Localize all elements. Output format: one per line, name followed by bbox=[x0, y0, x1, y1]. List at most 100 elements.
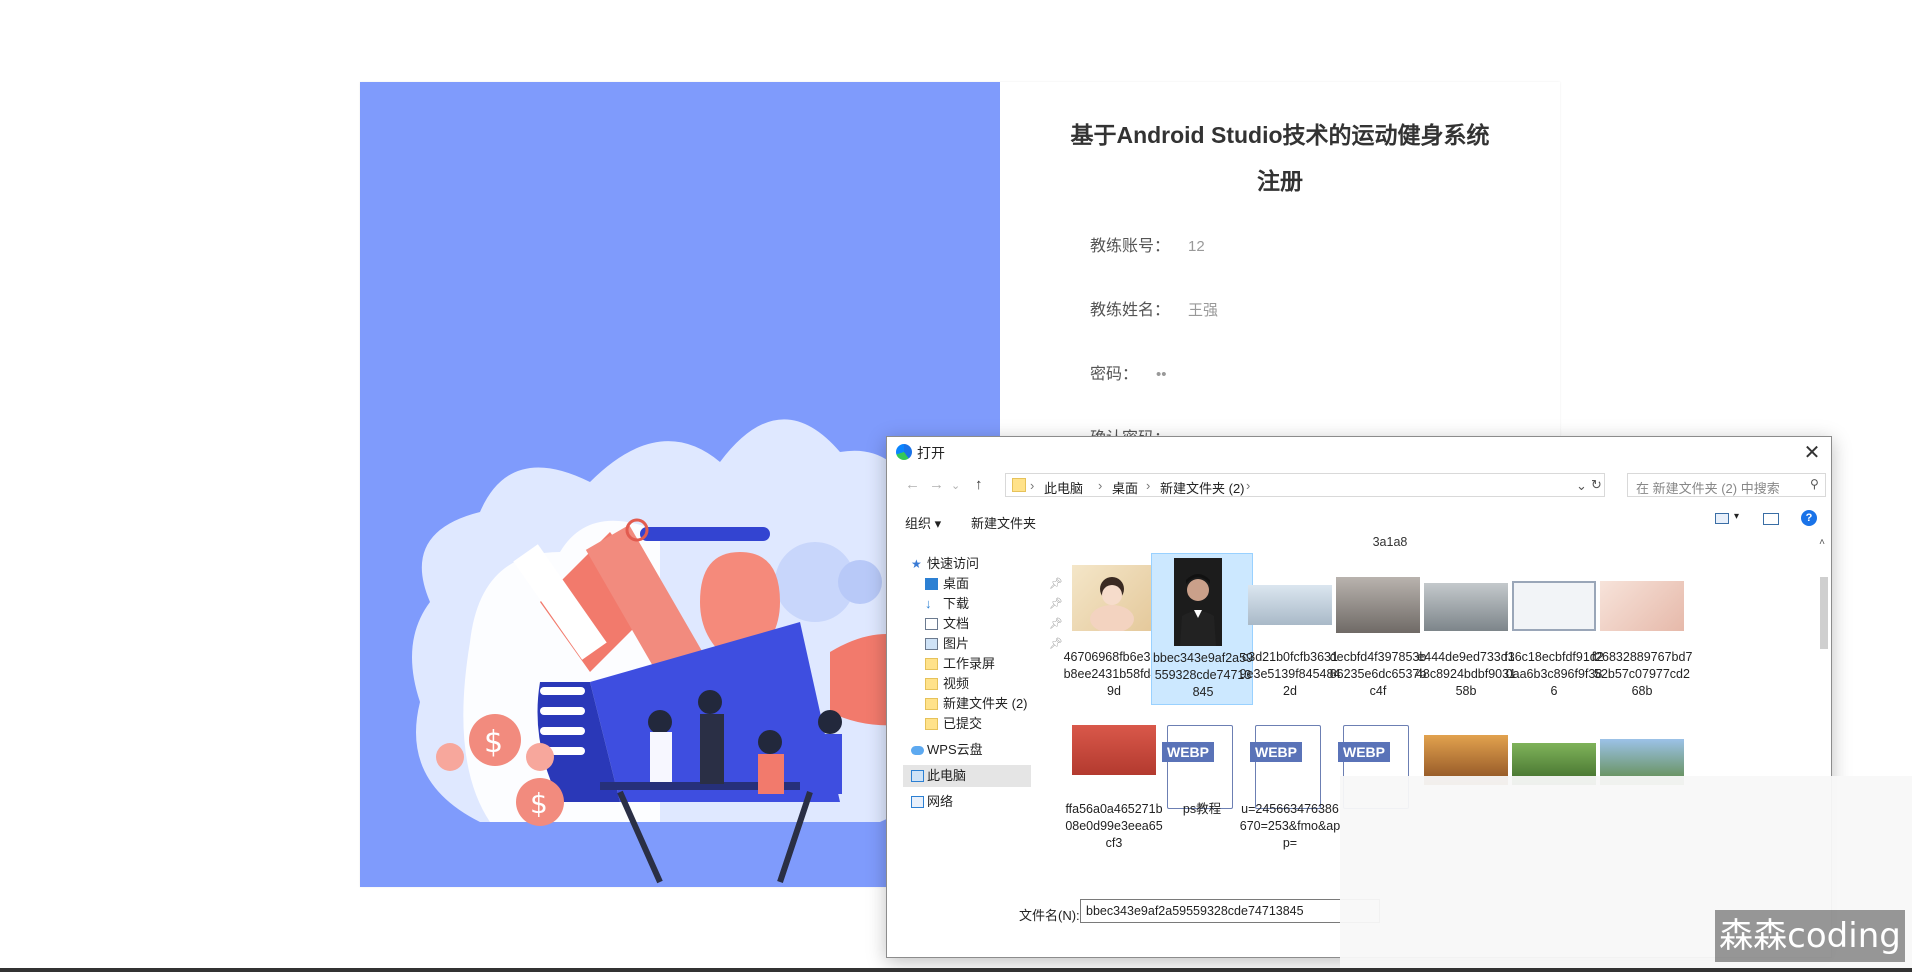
file-item[interactable]: c3d21b0fcfb36319e3e5139f8454842d bbox=[1239, 557, 1341, 707]
sidebar-item-desktop[interactable]: 桌面 📌︎ bbox=[903, 573, 1075, 595]
sidebar-item-label: 桌面 bbox=[943, 576, 970, 591]
pin-icon: 📌︎ bbox=[1049, 598, 1063, 610]
file-name: ffa56a0a465271b08e0d99e3eea65cf3 bbox=[1065, 802, 1163, 850]
forward-arrow-icon[interactable]: → bbox=[929, 476, 944, 493]
image-thumbnail bbox=[1072, 565, 1156, 633]
filename-input[interactable]: bbec343e9af2a59559328cde74713845 bbox=[1080, 899, 1380, 923]
file-name: decbfd4f397853b86235e6dc6537bc4f bbox=[1329, 650, 1427, 698]
file-item[interactable]: decbfd4f397853b86235e6dc6537bc4f bbox=[1327, 557, 1429, 707]
file-item[interactable]: ffa56a0a465271b08e0d99e3eea65cf3 bbox=[1063, 715, 1165, 865]
breadcrumb-new-folder[interactable]: 新建文件夹 (2) bbox=[1160, 478, 1245, 497]
sidebar-item-label: 下载 bbox=[943, 596, 970, 611]
file-item[interactable]: WEBP ps教程 bbox=[1151, 715, 1253, 865]
close-button[interactable]: ✕ bbox=[1801, 440, 1823, 465]
file-name: u=245663476386670=253&fmo&app= bbox=[1239, 802, 1341, 850]
cloud-icon bbox=[911, 746, 924, 755]
sidebar-item-documents[interactable]: 文档 📌︎ bbox=[903, 613, 1075, 635]
file-item[interactable]: e444de9ed733d148c8924bdbf903158b bbox=[1415, 557, 1517, 707]
file-name: ps教程 bbox=[1182, 802, 1222, 816]
sidebar-item-label: 已提交 bbox=[943, 716, 983, 731]
svg-text:$: $ bbox=[530, 787, 548, 820]
folder-icon bbox=[925, 678, 938, 690]
sidebar-item-label: 新建文件夹 (2) bbox=[943, 696, 1028, 711]
image-thumbnail bbox=[1174, 558, 1222, 646]
scroll-up-icon[interactable]: ˄ bbox=[1819, 537, 1825, 548]
address-bar-row: ← → ⌄ ↑ › 此电脑 › 桌面 › 新建文件夹 (2) › ⌄ ↻ 在 新… bbox=[897, 473, 1826, 499]
sidebar-item-label: 工作录屏 bbox=[943, 656, 996, 671]
password-label: 密码： bbox=[1090, 366, 1139, 383]
file-item[interactable]: 46706968fb6e3e1b8ee2431b58fd409d bbox=[1063, 557, 1165, 707]
coach-name-label: 教练姓名： bbox=[1090, 302, 1171, 319]
sidebar-item-label: WPS云盘 bbox=[927, 742, 983, 757]
chevron-right-icon: › bbox=[1146, 478, 1151, 493]
coach-account-input[interactable]: 12 bbox=[1188, 232, 1205, 262]
dialog-title: 打开 bbox=[917, 445, 945, 461]
sidebar-item-quick-access[interactable]: ★ 快速访问 bbox=[903, 553, 1075, 575]
folder-icon bbox=[1012, 478, 1026, 492]
desktop-icon bbox=[925, 578, 938, 590]
sidebar-item-label: 图片 bbox=[943, 636, 970, 651]
sidebar-item-label: 网络 bbox=[927, 794, 954, 809]
picture-icon bbox=[925, 638, 938, 650]
dropdown-chevron-icon[interactable]: ⌄ bbox=[1576, 478, 1587, 494]
file-item-selected[interactable]: bbec343e9af2a59559328cde74713845 bbox=[1151, 553, 1253, 705]
star-icon: ★ bbox=[911, 557, 922, 571]
sidebar-item-label: 视频 bbox=[943, 676, 970, 691]
file-name: e444de9ed733d148c8924bdbf903158b bbox=[1415, 650, 1517, 698]
chevron-right-icon: › bbox=[1030, 478, 1035, 493]
dialog-toolbar: 组织 ▾ 新建文件夹 ▾ ? bbox=[905, 509, 1825, 533]
up-arrow-icon[interactable]: ↑ bbox=[975, 476, 983, 493]
folder-icon bbox=[925, 698, 938, 710]
sidebar-item-label: 快速访问 bbox=[927, 556, 980, 571]
sidebar-item-wps-cloud[interactable]: WPS云盘 bbox=[903, 739, 1075, 761]
sidebar-item-network[interactable]: 网络 bbox=[903, 791, 1075, 813]
sidebar-item-this-pc[interactable]: 此电脑 bbox=[903, 765, 1031, 787]
help-icon[interactable]: ? bbox=[1801, 510, 1817, 526]
view-dropdown-icon[interactable]: ▾ bbox=[1734, 511, 1739, 522]
breadcrumb-desktop[interactable]: 桌面 bbox=[1112, 478, 1138, 497]
coach-name-input[interactable]: 王强 bbox=[1188, 296, 1218, 326]
image-thumbnail bbox=[1248, 585, 1332, 625]
sidebar-item-pictures[interactable]: 图片 📌︎ bbox=[903, 633, 1075, 655]
image-thumbnail bbox=[1072, 725, 1156, 775]
sidebar-item-videos[interactable]: 视频 bbox=[903, 673, 1075, 695]
file-name: f36c18ecbfdf91d20aa6b3c896f9f386 bbox=[1504, 650, 1604, 698]
search-icon: ⚲ bbox=[1810, 477, 1819, 491]
taskbar-edge bbox=[0, 968, 1912, 972]
preview-pane-icon[interactable] bbox=[1763, 513, 1779, 525]
coach-account-label: 教练账号： bbox=[1090, 238, 1171, 255]
document-icon bbox=[925, 618, 938, 630]
file-item[interactable]: f36c18ecbfdf91d20aa6b3c896f9f386 bbox=[1503, 557, 1605, 707]
image-thumbnail bbox=[1424, 583, 1508, 631]
webp-file-icon: WEBP bbox=[1162, 725, 1233, 809]
file-item[interactable]: f26832889767bd752b57c07977cd268b bbox=[1591, 557, 1693, 707]
sidebar-item-downloads[interactable]: ↓ 下载 📌︎ bbox=[903, 593, 1075, 615]
folder-icon bbox=[925, 718, 938, 730]
scrollbar-thumb[interactable] bbox=[1820, 577, 1828, 649]
password-input[interactable]: •• bbox=[1156, 360, 1167, 390]
view-options-icon[interactable] bbox=[1715, 513, 1729, 524]
dialog-titlebar: 打开 ✕ bbox=[887, 437, 1831, 467]
image-thumbnail bbox=[1600, 581, 1684, 631]
search-input[interactable]: 在 新建文件夹 (2) 中搜索 bbox=[1627, 473, 1826, 497]
refresh-icon[interactable]: ↻ bbox=[1591, 477, 1602, 493]
image-thumbnail bbox=[1512, 581, 1596, 631]
address-bar[interactable]: › 此电脑 › 桌面 › 新建文件夹 (2) › ⌄ ↻ bbox=[1005, 473, 1605, 497]
file-item[interactable]: WEBP u=245663476386670=253&fmo&app= bbox=[1239, 715, 1341, 865]
sidebar-item-submitted[interactable]: 已提交 bbox=[903, 713, 1075, 735]
history-chevron-icon[interactable]: ⌄ bbox=[951, 479, 960, 492]
sidebar-item-label: 此电脑 bbox=[927, 768, 967, 783]
sidebar-item-screen-recording[interactable]: 工作录屏 bbox=[903, 653, 1075, 675]
breadcrumb-this-pc[interactable]: 此电脑 bbox=[1044, 478, 1083, 497]
sidebar-item-new-folder[interactable]: 新建文件夹 (2) bbox=[903, 693, 1075, 715]
organize-button[interactable]: 组织 ▾ bbox=[905, 513, 941, 532]
screen: $ $ 基于Android Studio技术的运动健身系统注册 教练账号： 12… bbox=[0, 0, 1912, 972]
watermark: 森森coding bbox=[1715, 910, 1905, 962]
coach-account-row: 教练账号： 12 bbox=[1090, 232, 1205, 262]
password-row: 密码： •• bbox=[1090, 360, 1167, 390]
chevron-right-icon: › bbox=[1098, 478, 1103, 493]
new-folder-button[interactable]: 新建文件夹 bbox=[971, 513, 1036, 532]
back-arrow-icon[interactable]: ← bbox=[905, 476, 920, 493]
coach-name-row: 教练姓名： 王强 bbox=[1090, 296, 1218, 326]
filename-label: 文件名(N): bbox=[1019, 908, 1080, 923]
